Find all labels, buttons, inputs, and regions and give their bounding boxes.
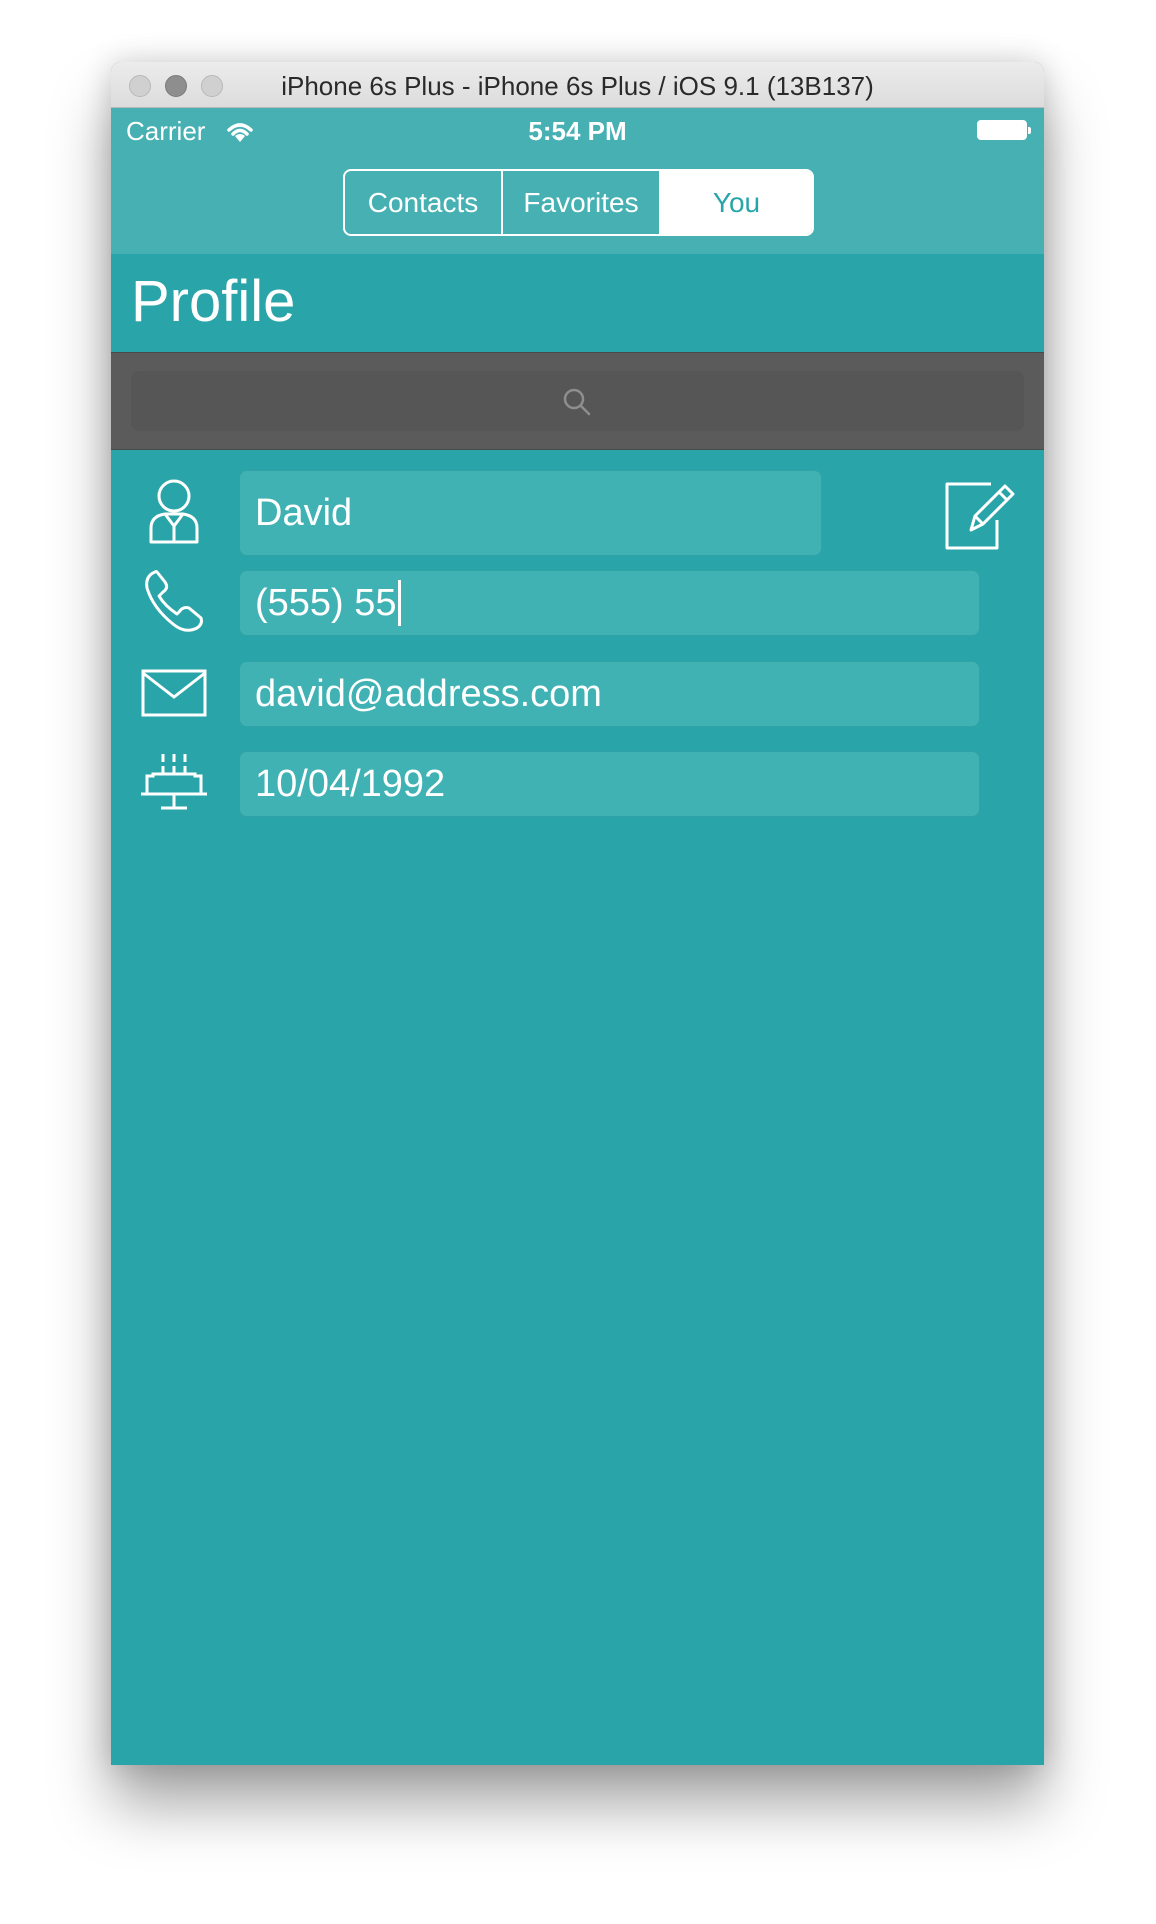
segment-contacts[interactable]: Contacts [345, 171, 503, 234]
birthday-cake-icon [141, 754, 207, 810]
navigation-header: Carrier 5:54 PM Contacts Favorites You [111, 108, 1044, 254]
simulator-window: iPhone 6s Plus - iPhone 6s Plus / iOS 9.… [111, 62, 1044, 1765]
profile-content: David (555) 55 david@address.com 10/04/1… [111, 450, 1044, 1765]
segment-you[interactable]: You [661, 171, 812, 234]
name-field[interactable]: David [239, 470, 822, 556]
edit-icon[interactable] [941, 476, 1017, 552]
device-screen: Carrier 5:54 PM Contacts Favorites You P… [111, 108, 1044, 1765]
search-bar [111, 352, 1044, 450]
segment-favorites[interactable]: Favorites [503, 171, 661, 234]
page-header: Profile [111, 254, 1044, 352]
email-field[interactable]: david@address.com [239, 661, 980, 727]
phone-icon [145, 570, 203, 632]
segmented-control: Contacts Favorites You [343, 169, 814, 236]
window-title: iPhone 6s Plus - iPhone 6s Plus / iOS 9.… [281, 71, 874, 101]
email-value: david@address.com [255, 672, 602, 715]
status-time: 5:54 PM [528, 116, 627, 146]
status-bar: Carrier 5:54 PM [111, 108, 1044, 154]
phone-value: (555) 55 [255, 581, 397, 624]
page-title: Profile [131, 269, 296, 334]
battery-icon [977, 120, 1031, 140]
name-value: David [255, 491, 353, 534]
birthday-field[interactable]: 10/04/1992 [239, 751, 980, 817]
phone-field[interactable]: (555) 55 [239, 570, 980, 636]
text-cursor [397, 580, 401, 626]
search-icon [563, 388, 591, 416]
person-icon [149, 479, 199, 544]
birthday-value: 10/04/1992 [255, 762, 446, 805]
window-titlebar: iPhone 6s Plus - iPhone 6s Plus / iOS 9.… [111, 62, 1044, 108]
search-input[interactable] [131, 371, 1024, 431]
mail-icon [141, 669, 207, 717]
